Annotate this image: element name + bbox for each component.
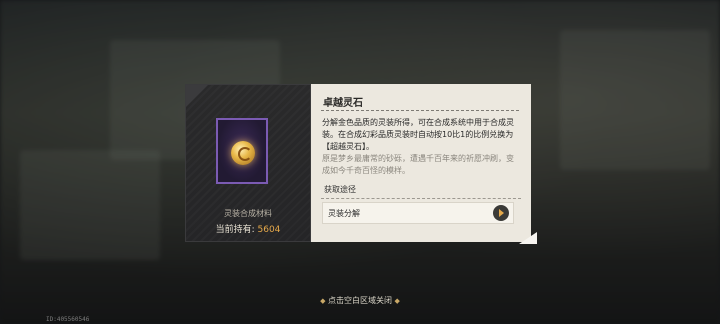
item-icon-frame xyxy=(216,118,268,184)
player-id: ID:405560546 xyxy=(46,316,90,323)
source-divider xyxy=(321,198,521,199)
go-to-source-button[interactable] xyxy=(493,205,509,221)
item-title: 卓越灵石 xyxy=(323,98,363,109)
close-hint-label: 点击空白区域关闭 xyxy=(328,296,392,305)
golden-spirit-stone-icon xyxy=(231,141,255,165)
source-item-label: 灵装分解 xyxy=(328,209,360,218)
corner-decoration xyxy=(186,85,208,107)
source-item-gear-dismantle[interactable]: 灵装分解 xyxy=(322,202,514,224)
corner-fold-decoration xyxy=(519,232,537,244)
item-info-panel: 卓越灵石 分解金色品质的灵装所得，可在合成系统中用于合成灵装。在合成幻彩品质灵装… xyxy=(311,84,537,244)
item-flavor-text: 原是梦乡最庸常的砂砾，遭遇千百年来的祈愿冲刷，变成如今千奇百怪的模样。 xyxy=(322,154,514,175)
close-hint[interactable]: ◆ 点击空白区域关闭 ◆ xyxy=(0,295,720,306)
item-preview-panel: 灵装合成材料 当前持有: 5604 xyxy=(185,84,311,242)
owned-count-row: 当前持有: 5604 xyxy=(186,222,310,235)
owned-count: 5604 xyxy=(257,225,281,235)
source-section-title: 获取途径 xyxy=(324,185,356,194)
owned-label: 当前持有: xyxy=(215,225,255,235)
diamond-icon: ◆ xyxy=(394,297,400,305)
diamond-icon: ◆ xyxy=(320,297,326,305)
play-arrow-icon xyxy=(499,209,504,217)
item-category: 灵装合成材料 xyxy=(224,209,272,218)
item-description: 分解金色品质的灵装所得，可在合成系统中用于合成灵装。在合成幻彩品质灵装时自动按1… xyxy=(322,118,514,151)
title-divider xyxy=(321,110,519,112)
item-description-block: 分解金色品质的灵装所得，可在合成系统中用于合成灵装。在合成幻彩品质灵装时自动按1… xyxy=(322,117,520,177)
